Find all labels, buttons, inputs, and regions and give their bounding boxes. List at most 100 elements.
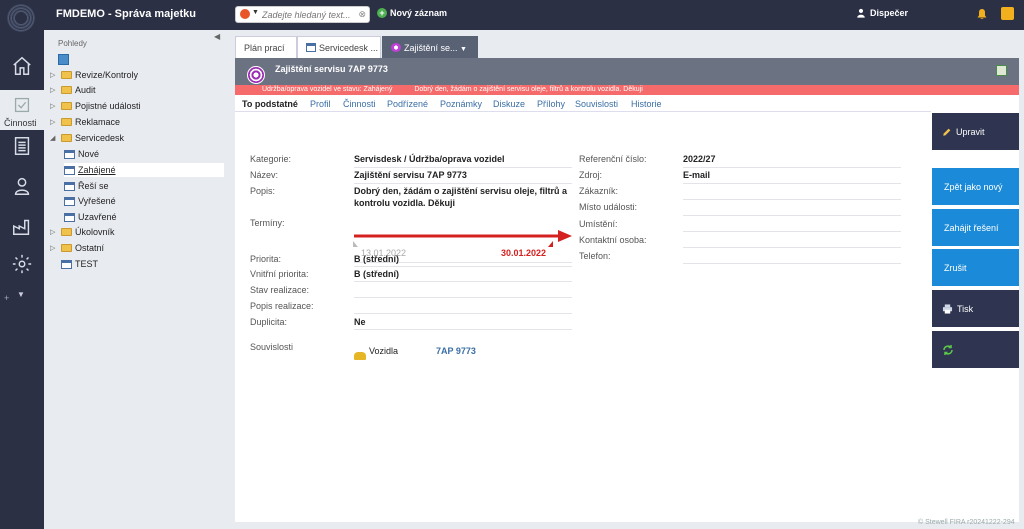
tab-servicedesk[interactable]: Servicedesk ... <box>297 36 381 58</box>
field-label: Kontaktní osoba: <box>579 235 647 245</box>
checkbox-icon <box>14 97 30 113</box>
subtab-diskuze[interactable]: Diskuze <box>493 99 525 109</box>
tree-item-audit[interactable]: ▷ Audit <box>50 83 96 97</box>
field-nazev: Zajištění servisu 7AP 9773 <box>354 170 467 180</box>
app-logo-icon <box>7 4 35 32</box>
tree-item-servicedesk[interactable]: ◢ Servicedesk <box>50 131 124 145</box>
bell-icon[interactable] <box>976 7 988 21</box>
chevron-down-icon[interactable]: ▼ <box>460 46 467 53</box>
expand-icon[interactable]: ▷ <box>50 71 58 79</box>
folder-icon <box>61 134 72 142</box>
edit-button[interactable]: Upravit <box>932 113 1019 150</box>
plus-icon: + <box>377 8 387 18</box>
tree-item-uzavrene[interactable]: Uzavřené <box>64 210 117 224</box>
target-icon <box>247 66 265 84</box>
relation-link[interactable]: 7AP 9773 <box>436 346 476 356</box>
subtab-historie[interactable]: Historie <box>631 99 662 109</box>
search-scope-icon[interactable] <box>240 9 250 19</box>
tab-zajisteni[interactable]: Zajištění se... ▼ <box>382 36 478 58</box>
folder-icon <box>61 244 72 252</box>
folder-icon <box>61 86 72 94</box>
app-title: FMDEMO - Správa majetku <box>56 8 196 20</box>
window-tabs: Plán prací Servicedesk ... Zajištění se.… <box>235 34 1019 58</box>
car-icon <box>354 352 366 360</box>
field-vnitrni-priorita: B (střední) <box>354 269 399 279</box>
chevron-down-icon[interactable]: ▼ <box>17 290 25 299</box>
add-icon[interactable]: + <box>4 293 9 303</box>
field-label: Stav realizace: <box>250 285 310 295</box>
tree-item-resi-se[interactable]: Řeší se <box>64 179 109 193</box>
subtab-podrizene[interactable]: Podřízené <box>387 99 428 109</box>
rail-active-label: Činnosti <box>4 118 37 128</box>
field-duplicita: Ne <box>354 317 366 327</box>
record-header: Zajištění servisu 7AP 9773 <box>235 58 1019 85</box>
document-icon[interactable] <box>0 128 44 164</box>
timeline-arrow <box>353 230 572 247</box>
favorites-star-icon[interactable] <box>1001 7 1014 20</box>
collapse-tree-icon[interactable]: ◢ <box>50 134 58 142</box>
printer-icon <box>942 303 953 314</box>
date-end: 30.01.2022 <box>501 248 547 258</box>
target-icon <box>391 43 401 52</box>
tree-item-vyresene[interactable]: Vyřešené <box>64 194 116 208</box>
view-icon <box>64 165 75 175</box>
field-label: Referenční číslo: <box>579 154 647 164</box>
expand-icon[interactable]: ▷ <box>50 228 58 236</box>
folder-icon <box>61 228 72 236</box>
clear-icon[interactable]: ⊗ <box>358 9 366 20</box>
view-icon <box>64 181 75 191</box>
subtab-souvislosti[interactable]: Souvislosti <box>575 99 618 109</box>
new-record-button[interactable]: + Nový záznam <box>377 8 447 18</box>
settings-gear-icon[interactable] <box>0 246 44 282</box>
expand-icon[interactable]: ▷ <box>50 102 58 110</box>
tree-item-pojistne[interactable]: ▷ Pojistné události <box>50 99 141 113</box>
export-icon[interactable] <box>996 65 1007 76</box>
tab-plan-praci[interactable]: Plán prací <box>235 36 297 58</box>
subtab-prilohy[interactable]: Přílohy <box>537 99 565 109</box>
left-rail: Činnosti + ▼ <box>0 0 44 529</box>
expand-icon[interactable]: ▷ <box>50 118 58 126</box>
chevron-down-icon[interactable]: ▼ <box>252 9 259 16</box>
cancel-button[interactable]: Zrušit <box>932 249 1019 286</box>
tree-item-ostatni[interactable]: ▷ Ostatní <box>50 241 104 255</box>
user-menu[interactable]: Dispečer <box>856 8 908 18</box>
subtab-poznamky[interactable]: Poznámky <box>440 99 482 109</box>
subtab-to-podstatne[interactable]: To podstatné <box>242 99 298 109</box>
tree-item-reklamace[interactable]: ▷ Reklamace <box>50 115 120 129</box>
view-icon <box>64 212 75 222</box>
field-label: Duplicita: <box>250 317 288 327</box>
record-subtabs: To podstatné Profil Činnosti Podřízené P… <box>235 95 931 112</box>
grid-view-icon[interactable] <box>58 54 69 65</box>
main-area: Plán prací Servicedesk ... Zajištění se.… <box>235 34 1019 522</box>
tree-item-revize[interactable]: ▷ Revize/Kontroly <box>50 68 138 82</box>
home-icon[interactable] <box>0 48 44 84</box>
views-sidebar: ◀ Pohledy ▷ Revize/Kontroly ▷ Audit ▷ Pojis… <box>44 30 227 529</box>
expand-icon[interactable]: ▷ <box>50 244 58 252</box>
record-panel: Zajištění servisu 7AP 9773 Údržba/oprava… <box>235 58 1019 522</box>
field-label: Vnitřní priorita: <box>250 269 309 279</box>
folder-icon <box>61 71 72 79</box>
field-zdroj: E-mail <box>683 170 711 180</box>
global-search[interactable]: ▼ ⊗ <box>235 6 370 23</box>
tree-item-test[interactable]: TEST <box>50 257 98 271</box>
rail-item-cinnosti[interactable]: Činnosti <box>0 90 44 130</box>
user-icon[interactable] <box>0 168 44 204</box>
tree-item-nove[interactable]: Nové <box>64 147 99 161</box>
field-label: Místo události: <box>579 202 638 212</box>
refresh-button[interactable] <box>932 331 1019 368</box>
folder-icon <box>61 118 72 126</box>
field-ref-cislo: 2022/27 <box>683 154 716 164</box>
start-solving-button[interactable]: Zahájit řešení <box>932 209 1019 246</box>
field-popis-2: kontrolu vozidla. Děkuji <box>354 198 456 208</box>
subtab-profil[interactable]: Profil <box>310 99 331 109</box>
search-input[interactable] <box>262 8 357 21</box>
factory-icon[interactable] <box>0 208 44 244</box>
subtab-cinnosti[interactable]: Činnosti <box>343 99 376 109</box>
back-as-new-button[interactable]: Zpět jako nový <box>932 168 1019 205</box>
refresh-icon <box>943 344 953 355</box>
tree-item-ukolovnik[interactable]: ▷ Úkolovník <box>50 225 115 239</box>
collapse-icon[interactable]: ◀ <box>214 32 220 41</box>
tree-item-zahajene[interactable]: Zahájené <box>64 163 224 177</box>
expand-icon[interactable]: ▷ <box>50 86 58 94</box>
print-button[interactable]: Tisk <box>932 290 1019 327</box>
